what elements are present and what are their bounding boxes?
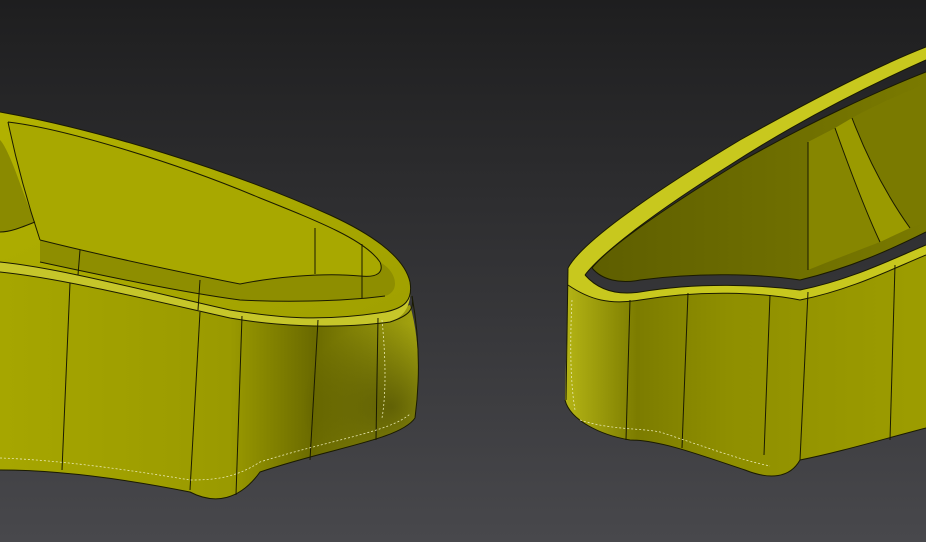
3d-cad-viewport[interactable] xyxy=(0,0,926,542)
viewport-canvas[interactable] xyxy=(0,0,926,542)
